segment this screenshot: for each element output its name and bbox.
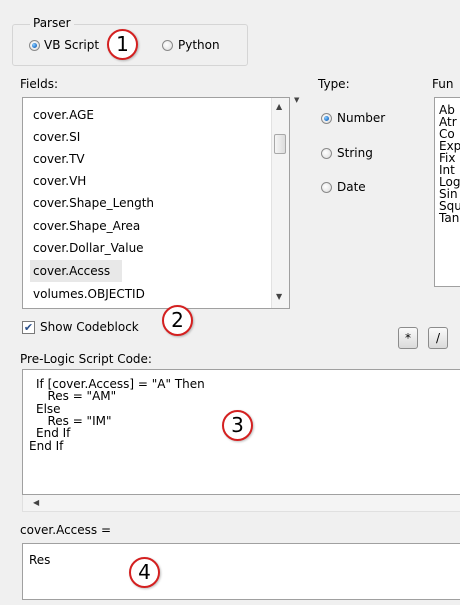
code-line: End If: [29, 439, 64, 453]
scroll-left-icon[interactable]: ◀: [33, 498, 39, 507]
scroll-thumb[interactable]: [274, 134, 286, 154]
list-item[interactable]: cover.SI: [33, 126, 80, 148]
callout-badge-1: 1: [107, 29, 138, 60]
show-codeblock-checkbox[interactable]: ✔: [22, 321, 35, 334]
list-item[interactable]: cover.Shape_Length: [33, 192, 154, 214]
vbscript-label[interactable]: VB Script: [44, 38, 99, 52]
list-item[interactable]: Tan: [439, 212, 459, 224]
string-label[interactable]: String: [337, 146, 373, 160]
expression-label: cover.Access =: [20, 523, 112, 537]
list-item[interactable]: volumes.OBJECTID: [33, 283, 145, 305]
callout-badge-3: 3: [222, 410, 253, 441]
fields-list[interactable]: cover.AGE cover.SI cover.TV cover.VH cov…: [22, 97, 290, 309]
field-dropdown-icon[interactable]: ▼: [294, 96, 299, 104]
show-codeblock-label[interactable]: Show Codeblock: [40, 320, 139, 334]
string-radio[interactable]: [321, 148, 332, 159]
vbscript-radio[interactable]: [29, 40, 40, 51]
list-item-selected[interactable]: cover.Access: [30, 260, 123, 282]
python-label[interactable]: Python: [178, 38, 220, 52]
expression-editor[interactable]: Res: [22, 543, 460, 600]
date-label[interactable]: Date: [337, 180, 366, 194]
functions-list[interactable]: Ab Atr Co Exp Fix Int Log Sin Squ Tan: [434, 97, 460, 287]
python-radio[interactable]: [162, 40, 173, 51]
code-line: End If: [36, 426, 71, 440]
expression-value: Res: [29, 553, 51, 567]
multiply-button[interactable]: *: [398, 327, 418, 349]
prelogic-horizontal-scrollbar[interactable]: ◀: [22, 495, 460, 512]
number-label[interactable]: Number: [337, 111, 385, 125]
parser-legend: Parser: [30, 16, 74, 30]
callout-badge-2: 2: [162, 305, 193, 336]
list-item[interactable]: cover.VH: [33, 170, 86, 192]
list-item[interactable]: cover.Dollar_Value: [33, 237, 144, 259]
type-label: Type:: [318, 77, 350, 91]
fields-vertical-scrollbar[interactable]: ▲ ▼: [271, 98, 289, 308]
code-line: Res = "AM": [36, 389, 117, 403]
prelogic-label: Pre-Logic Script Code:: [20, 352, 152, 366]
scroll-down-icon[interactable]: ▼: [276, 292, 282, 301]
list-item[interactable]: cover.Shape_Area: [33, 215, 140, 237]
divide-button[interactable]: /: [428, 327, 448, 349]
functions-label: Fun: [432, 77, 454, 91]
list-item[interactable]: cover.TV: [33, 148, 85, 170]
scroll-up-icon[interactable]: ▲: [276, 102, 282, 111]
date-radio[interactable]: [321, 182, 332, 193]
list-item[interactable]: cover.AGE: [33, 104, 94, 126]
number-radio[interactable]: [321, 113, 332, 124]
fields-label: Fields:: [20, 77, 58, 91]
callout-badge-4: 4: [129, 557, 160, 588]
